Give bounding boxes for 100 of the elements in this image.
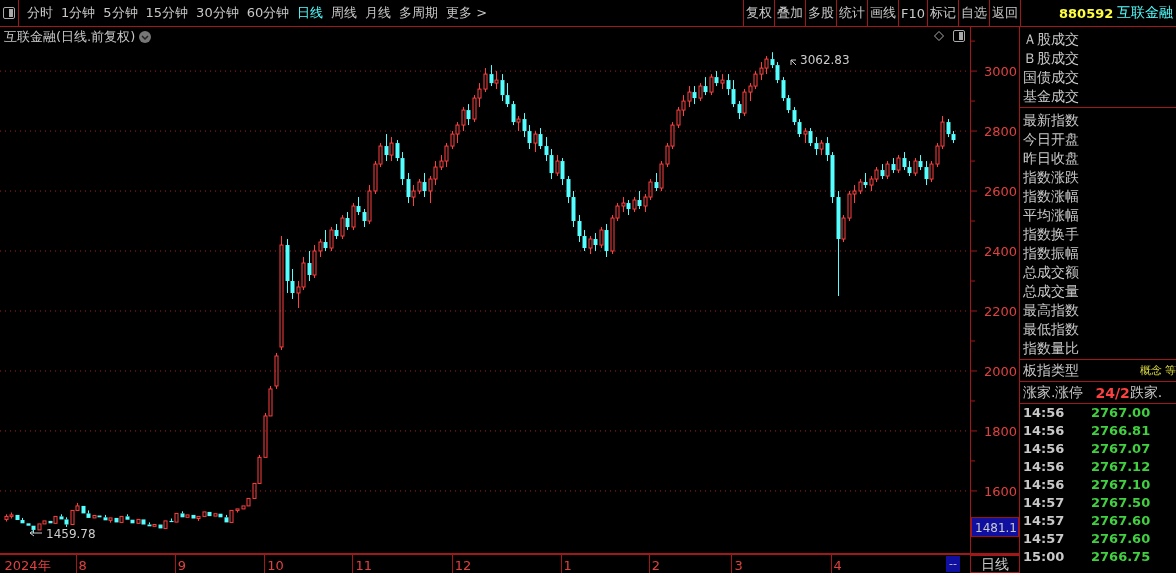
candlestick — [207, 511, 212, 517]
period-tab[interactable]: 周线 — [327, 4, 362, 22]
field-label: 总成交额 — [1023, 263, 1080, 282]
panel-toggle-icon[interactable] — [953, 30, 965, 42]
candlestick — [731, 79, 736, 108]
candlestick — [538, 127, 543, 150]
candlestick — [422, 172, 427, 198]
toolbar-button[interactable]: 多股 — [804, 0, 836, 26]
period-tab[interactable]: 分时 — [23, 4, 57, 22]
period-tab[interactable]: 1分钟 — [57, 4, 100, 22]
toolbar-button[interactable]: 统计 — [835, 0, 867, 26]
stock-code: 880592 — [1059, 5, 1114, 21]
field-label: Ａ股成交 — [1023, 30, 1080, 49]
period-tab[interactable]: 日线 — [293, 4, 328, 22]
tick-price: 2767.12 — [1091, 458, 1152, 476]
candlestick — [522, 112, 527, 138]
axis-label: 4 — [833, 558, 842, 573]
period-tab[interactable]: 5分钟 — [99, 4, 142, 22]
axis-label: 12 — [454, 558, 472, 573]
candlestick — [323, 229, 328, 252]
tick-price: 2767.07 — [1091, 440, 1152, 458]
axis-label: 1 — [563, 558, 572, 573]
candlestick — [406, 172, 411, 204]
candlestick — [466, 103, 471, 126]
toolbar-button[interactable]: 自选 — [958, 0, 989, 26]
candlestick — [836, 190, 841, 297]
dropdown-icon[interactable] — [139, 31, 152, 43]
candlestick — [907, 160, 912, 177]
candlestick — [946, 118, 951, 138]
field-label: 平均涨幅 — [1023, 206, 1080, 225]
toolbar-button[interactable]: 标记 — [927, 0, 958, 26]
candlestick — [500, 73, 505, 102]
panel-toggle-icon[interactable] — [3, 7, 15, 19]
tick-time: 14:56 — [1023, 476, 1066, 494]
axis-label: 1800 — [983, 423, 1017, 439]
axis-label: 2400 — [983, 244, 1017, 259]
candlestick — [334, 223, 339, 240]
candlestick — [59, 513, 64, 520]
candlestick — [566, 175, 571, 204]
candlestick — [511, 100, 516, 126]
period-tab[interactable]: 多周期 — [395, 4, 443, 22]
axis-label: 11 — [355, 558, 372, 573]
candlestick — [163, 520, 168, 529]
candlestick — [356, 196, 361, 216]
period-tab[interactable]: 月线 — [361, 4, 396, 22]
tick-time: 14:56 — [1023, 440, 1066, 458]
chart-title: 互联金融(日线.前复权) — [4, 28, 136, 46]
period-tab[interactable]: 30分钟 — [192, 4, 243, 22]
axis-label: 2024年 — [4, 558, 51, 573]
candlestick — [345, 211, 350, 231]
candlestick — [891, 157, 896, 174]
candlestick — [64, 516, 69, 528]
candlestick — [582, 229, 587, 252]
candlestick — [544, 136, 549, 162]
period-button[interactable]: 日线 — [970, 553, 1020, 573]
stock-name: 互联金融 — [1117, 4, 1174, 22]
toolbar-button[interactable]: F10 — [897, 0, 927, 26]
axis-label: 8 — [78, 558, 87, 573]
candlestick — [92, 515, 97, 519]
candlestick — [786, 94, 791, 114]
leader-line — [29, 529, 43, 537]
candlestick — [703, 76, 708, 96]
period-tab[interactable]: 15分钟 — [141, 4, 193, 22]
tick-price: 2767.50 — [1091, 494, 1152, 512]
toolbar-button[interactable]: 复权 — [742, 0, 774, 26]
leader-line — [790, 59, 797, 66]
field-label: 指数涨幅 — [1023, 187, 1080, 206]
candlestick — [951, 130, 956, 144]
field-label: 昨日收盘 — [1023, 149, 1080, 168]
field-value: 概念 等 — [1139, 363, 1176, 378]
candlestick — [191, 514, 196, 519]
candlestick — [808, 127, 813, 147]
tick-time: 14:56 — [1023, 404, 1066, 422]
tick-price: 2767.60 — [1091, 530, 1152, 548]
candlestick — [290, 268, 295, 300]
toolbar-button[interactable]: 画线 — [866, 0, 898, 26]
axis-label: 9 — [177, 558, 186, 573]
period-tab[interactable]: 更多 > — [442, 4, 492, 22]
axis-label: 2000 — [983, 363, 1017, 379]
tick-time: 14:56 — [1023, 458, 1066, 476]
axis-label: 10 — [267, 558, 284, 573]
tick-price: 2766.75 — [1091, 548, 1152, 566]
toolbar-button[interactable]: 返回 — [989, 0, 1020, 26]
axis-label: 1600 — [983, 483, 1017, 499]
candlestick — [384, 133, 389, 162]
period-tab[interactable]: 60分钟 — [242, 4, 294, 22]
field-label: 国债成交 — [1023, 68, 1080, 87]
candlestick — [902, 151, 907, 171]
candlestick — [714, 70, 719, 87]
last-price-tag: 1481.1 — [971, 517, 1019, 538]
axis-label: 2 — [651, 558, 660, 573]
scroll-marker[interactable]: -- — [946, 556, 960, 572]
candlestick — [180, 510, 185, 518]
toolbar-button[interactable]: 叠加 — [773, 0, 805, 26]
tick-price: 2767.00 — [1091, 404, 1152, 422]
tick-time: 14:57 — [1023, 530, 1066, 548]
candlestick — [103, 514, 108, 521]
axis-label: 3 — [734, 558, 743, 573]
tick-time: 14:57 — [1023, 512, 1066, 530]
candlestick — [692, 85, 697, 105]
